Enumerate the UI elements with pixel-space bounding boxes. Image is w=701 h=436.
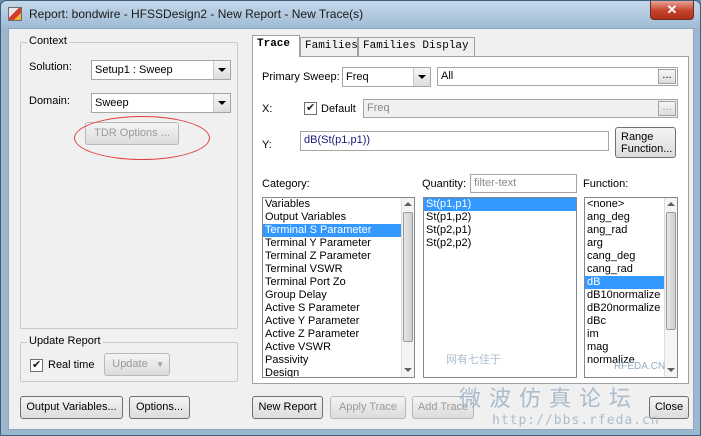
primary-sweep-dropdown[interactable]: Freq	[342, 67, 431, 87]
scroll-up-arrow-icon[interactable]	[402, 198, 414, 211]
category-list-item[interactable]: Terminal Port Zo	[263, 276, 414, 289]
update-split-button[interactable]: Update ▼	[104, 353, 170, 376]
y-expression-value: dB(St(p1,p1))	[304, 134, 371, 146]
category-scrollbar[interactable]	[401, 198, 414, 377]
chevron-down-icon[interactable]	[413, 68, 430, 86]
category-items: Variables Output Variables Terminal S Para…	[263, 198, 414, 377]
watermark-rfeda-mark: RFEDA.CN	[614, 361, 666, 372]
quantity-list-item[interactable]: St(p2,p1)	[424, 224, 576, 237]
tab-families-display[interactable]: Families Display	[358, 37, 475, 56]
apply-trace-button[interactable]: Apply Trace	[330, 396, 406, 419]
tab-trace[interactable]: Trace	[252, 35, 300, 57]
report-dialog: Report: bondwire - HFSSDesign2 - New Rep…	[0, 0, 701, 436]
category-listbox[interactable]: Variables Output Variables Terminal S Para…	[262, 197, 415, 378]
function-scroll-thumb[interactable]	[666, 212, 676, 330]
range-function-label: Range Function...	[621, 131, 673, 155]
scroll-down-arrow-icon[interactable]	[402, 364, 414, 377]
title-bar[interactable]: Report: bondwire - HFSSDesign2 - New Rep…	[1, 1, 700, 28]
category-list-item[interactable]: Output Variables	[263, 211, 414, 224]
x-expression-field[interactable]: Freq ...	[363, 99, 678, 118]
output-variables-button[interactable]: Output Variables...	[20, 396, 123, 419]
primary-sweep-range-value: All	[441, 70, 454, 82]
quantity-filter-input[interactable]: filter-text	[470, 174, 577, 193]
default-label: Default	[321, 103, 356, 115]
category-list-item[interactable]: Passivity	[263, 354, 414, 367]
scroll-up-arrow-icon[interactable]	[665, 198, 677, 211]
solution-value: Setup1 : Sweep	[95, 64, 173, 76]
chevron-down-icon[interactable]	[213, 61, 230, 79]
category-list-item[interactable]: Design	[263, 367, 414, 377]
watermark-cn-large: 微波仿真论坛	[459, 387, 640, 412]
window-title: Report: bondwire - HFSSDesign2 - New Rep…	[29, 7, 364, 21]
quantity-label: Quantity:	[422, 178, 467, 190]
trace-tab-panel: Primary Sweep: Freq All ... X: Default F…	[252, 56, 689, 384]
realtime-checkbox[interactable]	[30, 358, 43, 372]
update-button-label: Update	[112, 358, 148, 370]
scroll-down-arrow-icon[interactable]	[665, 364, 677, 377]
category-list-item[interactable]: Terminal VSWR	[263, 263, 414, 276]
watermark-url: http://bbs.rfeda.cn	[492, 413, 660, 428]
category-list-item[interactable]: Active Z Parameter	[263, 328, 414, 341]
update-report-group-label: Update Report	[27, 335, 103, 347]
x-expression-ellipsis-button[interactable]: ...	[658, 101, 676, 116]
primary-sweep-label: Primary Sweep:	[262, 71, 340, 83]
quantity-list-item[interactable]: St(p1,p2)	[424, 211, 576, 224]
category-list-item[interactable]: Variables	[263, 198, 414, 211]
update-report-group: Update Report Real time Update ▼	[20, 335, 238, 382]
dialog-client-area: Context Solution: Setup1 : Sweep Domain:…	[8, 28, 694, 430]
watermark-cn-small: 网有七佳于	[446, 353, 501, 366]
options-button[interactable]: Options...	[129, 396, 190, 419]
category-list-item[interactable]: Group Delay	[263, 289, 414, 302]
category-list-item[interactable]: Terminal Z Parameter	[263, 250, 414, 263]
category-list-item[interactable]: Active S Parameter	[263, 302, 414, 315]
category-list-item[interactable]: Active Y Parameter	[263, 315, 414, 328]
x-expression-value: Freq	[367, 102, 390, 114]
primary-sweep-value: Freq	[346, 71, 369, 83]
quantity-list-item[interactable]: St(p2,p2)	[424, 237, 576, 250]
category-list-item[interactable]: Active VSWR	[263, 341, 414, 354]
context-group: Context Solution: Setup1 : Sweep Domain:…	[20, 35, 238, 329]
tab-families[interactable]: Families	[300, 37, 358, 56]
quantity-list-item[interactable]: St(p1,p1)	[424, 198, 576, 211]
chevron-down-icon[interactable]	[213, 94, 230, 112]
default-checkbox[interactable]	[304, 101, 317, 115]
window-close-button[interactable]: ✕	[650, 1, 694, 20]
domain-label: Domain:	[29, 95, 70, 107]
y-expression-field[interactable]: dB(St(p1,p1))	[300, 131, 609, 151]
domain-value: Sweep	[95, 97, 129, 109]
realtime-label: Real time	[48, 359, 95, 371]
category-scroll-thumb[interactable]	[403, 212, 413, 342]
function-listbox[interactable]: <none> ang_deg ang_rad arg cang_deg cang_rad d…	[584, 197, 678, 378]
range-function-button[interactable]: Range Function...	[615, 127, 676, 158]
hfss-app-icon	[8, 7, 22, 21]
solution-label: Solution:	[29, 61, 72, 73]
category-label: Category:	[262, 178, 310, 190]
primary-sweep-range-field[interactable]: All ...	[437, 67, 678, 86]
category-list-item[interactable]: Terminal Y Parameter	[263, 237, 414, 250]
solution-dropdown[interactable]: Setup1 : Sweep	[91, 60, 231, 80]
context-group-label: Context	[27, 35, 69, 47]
x-label: X:	[262, 103, 273, 115]
red-annotation-ellipse	[74, 116, 210, 160]
quantity-items: St(p1,p1) St(p1,p2) St(p2,p1) St(p2,p2)	[424, 198, 576, 250]
function-scrollbar[interactable]	[664, 198, 677, 377]
primary-sweep-range-ellipsis-button[interactable]: ...	[658, 69, 676, 84]
domain-dropdown[interactable]: Sweep	[91, 93, 231, 113]
y-label: Y:	[262, 139, 272, 151]
new-report-button[interactable]: New Report	[252, 396, 323, 419]
function-label: Function:	[583, 178, 629, 190]
category-list-item[interactable]: Terminal S Parameter	[263, 224, 414, 237]
quantity-filter-placeholder: filter-text	[474, 177, 517, 189]
chevron-down-icon: ▼	[156, 360, 164, 369]
